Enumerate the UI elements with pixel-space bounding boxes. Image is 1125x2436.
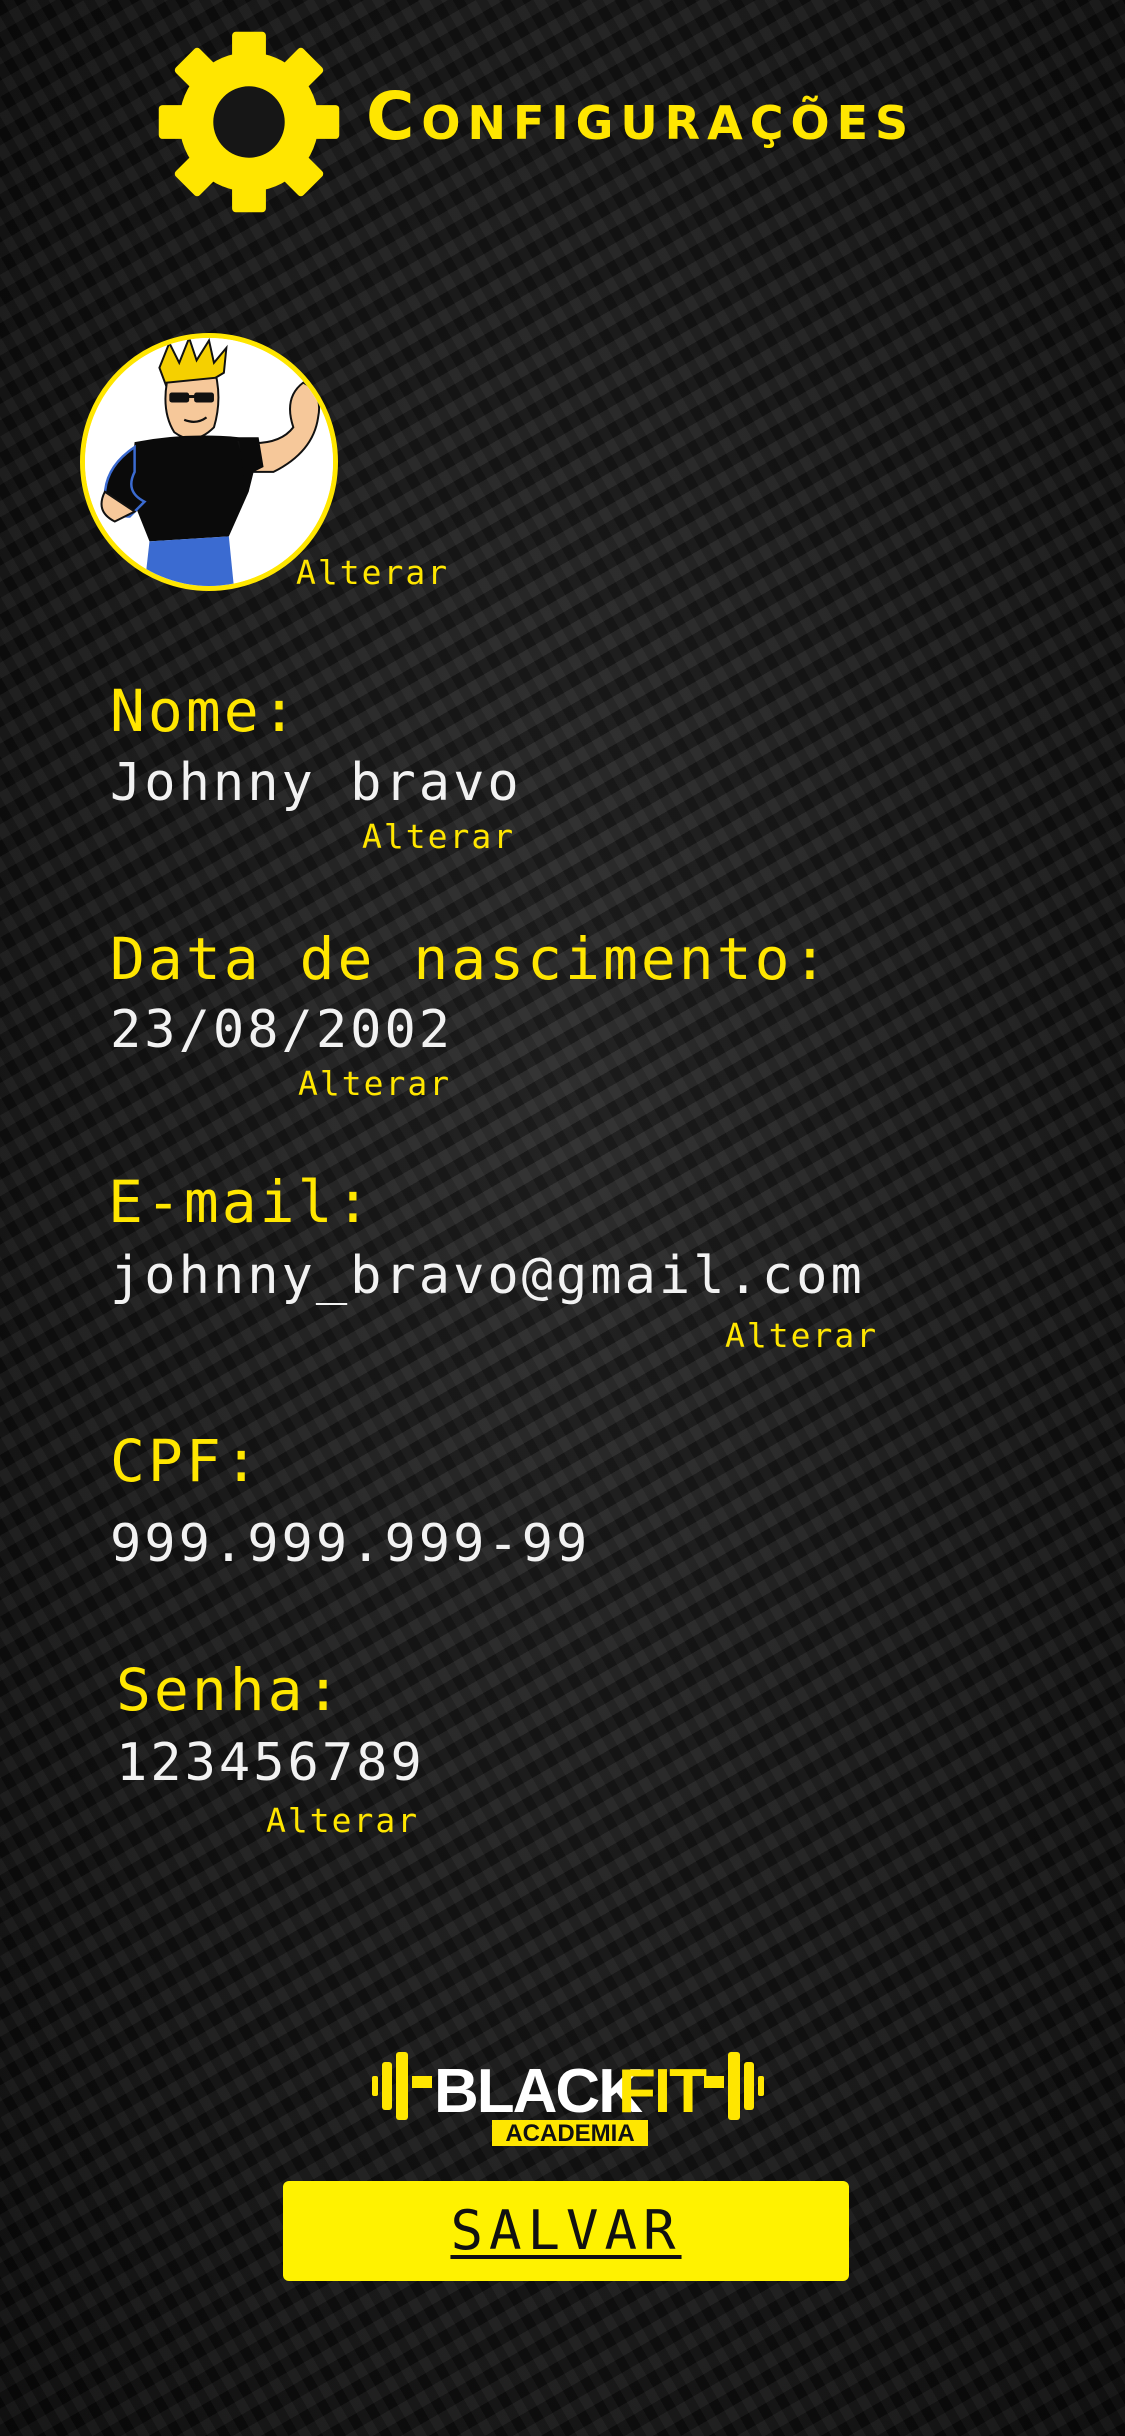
- gear-icon: [155, 28, 343, 216]
- name-value: Johnny bravo: [110, 753, 522, 813]
- change-email-link[interactable]: Alterar: [725, 1319, 878, 1352]
- dumbbell-icon: BLACK FIT ACADEMIA: [372, 2052, 764, 2147]
- brand-black-text: BLACK: [434, 2057, 643, 2126]
- save-button-label: SALVAR: [450, 2199, 682, 2262]
- change-name-link[interactable]: Alterar: [362, 820, 515, 853]
- password-label: Senha:: [116, 1656, 344, 1724]
- change-photo-link[interactable]: Alterar: [296, 556, 449, 589]
- change-birthdate-link[interactable]: Alterar: [298, 1067, 451, 1100]
- change-password-link[interactable]: Alterar: [266, 1804, 419, 1837]
- cpf-label: CPF:: [110, 1427, 262, 1495]
- email-value: johnny_bravo@gmail.com: [110, 1246, 865, 1306]
- brand-fit-text: FIT: [618, 2057, 707, 2126]
- save-button[interactable]: SALVAR: [283, 2181, 849, 2281]
- page-title: Configurações: [366, 78, 916, 155]
- name-label: Nome:: [110, 677, 300, 745]
- avatar-illustration: [85, 338, 333, 586]
- blackfit-logo: BLACK FIT ACADEMIA: [372, 2032, 764, 2148]
- password-value: 123456789: [116, 1733, 425, 1793]
- birthdate-label: Data de nascimento:: [110, 925, 831, 993]
- cpf-value: 999.999.999-99: [110, 1514, 591, 1574]
- brand-subtitle-text: ACADEMIA: [505, 2120, 634, 2147]
- birthdate-value: 23/08/2002: [110, 1000, 454, 1060]
- email-label: E-mail:: [108, 1168, 374, 1236]
